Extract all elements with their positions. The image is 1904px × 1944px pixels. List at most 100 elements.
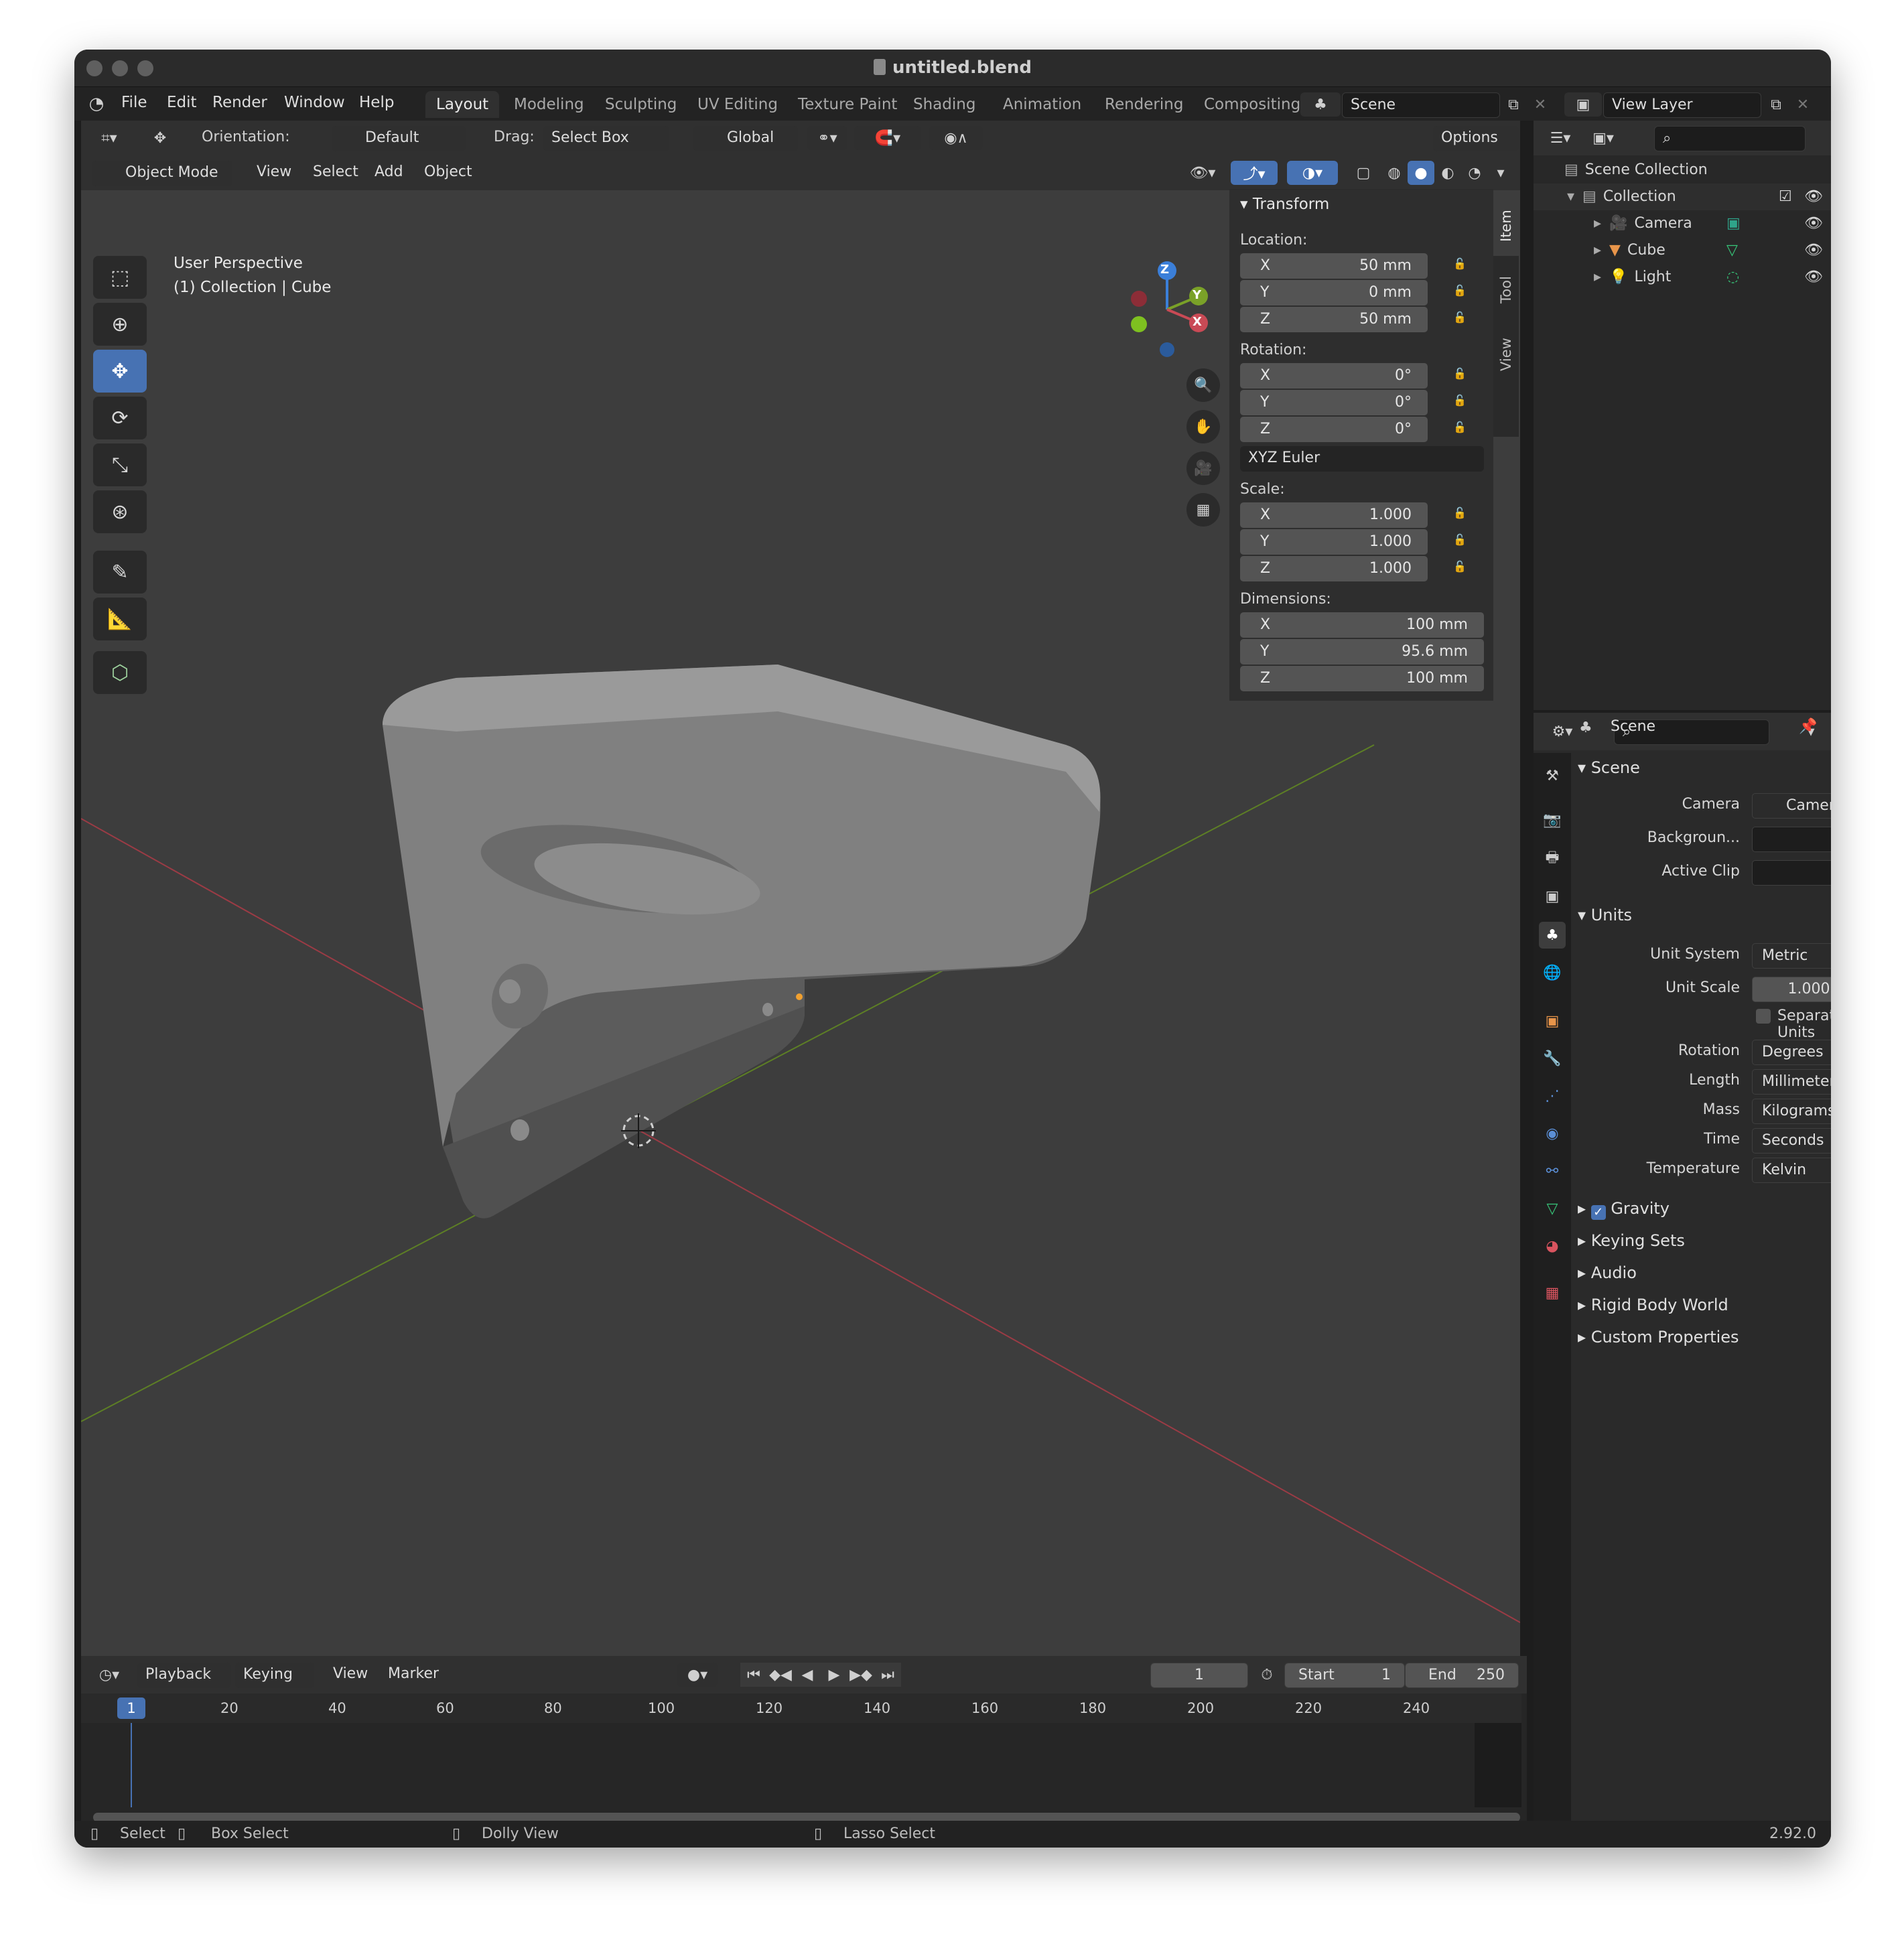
physics-tab-icon[interactable]: ◉ — [1539, 1120, 1566, 1147]
options-dropdown[interactable]: Options — [1433, 126, 1519, 151]
visibility-eye-icon[interactable]: 👁▾ — [1182, 161, 1223, 185]
mesh-data-icon[interactable]: ▽ — [1726, 237, 1738, 264]
display-mode-icon[interactable]: ▣▾ — [1584, 126, 1622, 150]
expand-arrow-icon[interactable]: ▸ — [1594, 242, 1601, 259]
light-data-icon[interactable]: ◌ — [1726, 264, 1739, 291]
menu-edit[interactable]: Edit — [167, 94, 197, 111]
annotate-tool[interactable]: ✎ — [93, 551, 147, 594]
eye-icon[interactable]: 👁 — [1804, 210, 1823, 237]
audio-section-header[interactable]: ▸ Audio — [1578, 1263, 1637, 1282]
temperature-units-dropdown[interactable]: Kelvin — [1752, 1158, 1831, 1183]
lock-icon[interactable]: 🔓 — [1453, 311, 1471, 326]
keying-sets-section-header[interactable]: ▸ Keying Sets — [1578, 1231, 1685, 1250]
menu-help[interactable]: Help — [359, 94, 394, 111]
object-mode-dropdown[interactable]: Object Mode — [92, 161, 232, 186]
outliner-item-cube[interactable]: ▸ ▼ Cube ▽ 👁 — [1534, 237, 1831, 264]
rigid-body-world-section-header[interactable]: ▸ Rigid Body World — [1578, 1296, 1728, 1314]
zoom-icon[interactable]: 🔍 — [1186, 368, 1220, 402]
viewport-menu-view[interactable]: View — [257, 163, 291, 180]
playback-menu[interactable]: Playback — [137, 1663, 231, 1688]
dimensions-y-field[interactable]: Y 95.6 mm — [1240, 639, 1484, 665]
lock-icon[interactable]: 🔓 — [1453, 284, 1471, 299]
3d-viewport[interactable]: Object Mode View Select Add Object 👁▾ ⤴▾… — [81, 155, 1520, 1656]
lock-icon[interactable]: 🔓 — [1453, 506, 1471, 521]
scene-camera-field[interactable]: Camera — [1752, 793, 1831, 819]
snapping-icon[interactable]: 🧲▾ — [854, 126, 921, 150]
timeline-menu-view[interactable]: View — [333, 1665, 368, 1682]
menu-window[interactable]: Window — [284, 94, 345, 111]
tab-texture-paint[interactable]: Texture Paint — [787, 91, 908, 118]
jump-keyframe-back-icon[interactable]: ◆◀ — [767, 1663, 794, 1687]
viewport-menu-add[interactable]: Add — [375, 163, 403, 180]
scene-name-field[interactable]: Scene — [1342, 92, 1500, 118]
view-layer-tab-icon[interactable]: ▣ — [1539, 883, 1566, 910]
scale-z-field[interactable]: Z 1.000 — [1240, 556, 1428, 581]
expand-arrow-icon[interactable]: ▸ — [1594, 269, 1601, 285]
particles-tab-icon[interactable]: ⋰ — [1539, 1083, 1566, 1109]
jump-end-icon[interactable]: ⏭ — [874, 1663, 901, 1687]
cursor-tool[interactable]: ⊕ — [93, 303, 147, 346]
properties-editor-type-icon[interactable]: ⚙▾ — [1543, 719, 1582, 744]
location-y-field[interactable]: Y 0 mm — [1240, 280, 1428, 305]
rotation-mode-dropdown[interactable]: XYZ Euler — [1240, 446, 1484, 472]
add-cube-tool[interactable]: ⬡ — [93, 651, 147, 694]
orientation-dropdown[interactable]: Default — [332, 126, 466, 151]
frame-ruler[interactable]: 1 20 40 60 80 100 120 140 160 180 200 22… — [81, 1693, 1521, 1723]
new-view-layer-icon[interactable]: ⧉ — [1764, 92, 1788, 117]
scale-tool[interactable]: ⤡ — [93, 443, 147, 486]
render-tab-icon[interactable]: 📷 — [1539, 807, 1566, 833]
dimensions-x-field[interactable]: X 100 mm — [1240, 612, 1484, 638]
constraints-tab-icon[interactable]: ⚯ — [1539, 1158, 1566, 1184]
play-icon[interactable]: ▶ — [821, 1663, 847, 1687]
scene-section-header[interactable]: ▾ Scene — [1578, 758, 1640, 777]
gizmo-toggle-icon[interactable]: ⤴▾ — [1231, 161, 1278, 185]
eye-icon[interactable]: 👁 — [1804, 184, 1823, 210]
tab-sculpting[interactable]: Sculpting — [594, 91, 687, 118]
auto-keying-icon[interactable]: ●▾ — [677, 1663, 718, 1687]
view-layer-icon[interactable]: ▣ — [1564, 92, 1602, 117]
material-shading-icon[interactable]: ◐ — [1434, 161, 1461, 185]
current-frame-field[interactable]: 1 — [1150, 1663, 1248, 1688]
timeline-menu-marker[interactable]: Marker — [388, 1665, 439, 1682]
eye-icon[interactable]: 👁 — [1804, 264, 1823, 291]
move-tool[interactable]: ✥ — [93, 350, 147, 393]
dimensions-z-field[interactable]: Z 100 mm — [1240, 666, 1484, 691]
tab-layout[interactable]: Layout — [425, 91, 500, 118]
unit-system-dropdown[interactable]: Metric — [1752, 943, 1831, 969]
world-tab-icon[interactable]: 🌐 — [1539, 959, 1566, 986]
jump-keyframe-forward-icon[interactable]: ▶◆ — [847, 1663, 874, 1687]
xray-toggle-icon[interactable]: ▢ — [1351, 161, 1375, 185]
play-reverse-icon[interactable]: ◀ — [794, 1663, 821, 1687]
rendered-shading-icon[interactable]: ◔ — [1461, 161, 1488, 185]
outliner-search-input[interactable]: ⌕ — [1654, 126, 1806, 151]
object-tab-icon[interactable]: ▣ — [1539, 1008, 1566, 1034]
timeline-editor-type-icon[interactable]: ◷▾ — [90, 1663, 128, 1687]
stopwatch-icon[interactable]: ⏱ — [1253, 1663, 1280, 1687]
outliner-item-camera[interactable]: ▸ 🎥 Camera ▣ 👁 — [1534, 210, 1831, 237]
custom-properties-section-header[interactable]: ▸ Custom Properties — [1578, 1328, 1739, 1346]
tab-shading[interactable]: Shading — [902, 91, 986, 118]
separate-units-checkbox[interactable] — [1756, 1009, 1771, 1024]
select-box-tool[interactable]: ⬚ — [93, 256, 147, 299]
start-frame-field[interactable]: Start 1 — [1284, 1663, 1405, 1688]
editor-type-icon[interactable]: ⌗▾ — [90, 126, 128, 150]
outliner-item-light[interactable]: ▸ 💡 Light ◌ 👁 — [1534, 264, 1831, 291]
jump-start-icon[interactable]: ⏮ — [740, 1663, 767, 1687]
tab-animation[interactable]: Animation — [992, 91, 1092, 118]
shading-options-icon[interactable]: ▾ — [1491, 161, 1511, 185]
pivot-point-icon[interactable]: ⚭▾ — [807, 126, 847, 150]
output-tab-icon[interactable]: 🖶 — [1539, 845, 1566, 872]
gravity-section-header[interactable]: ▸ ✓ Gravity — [1578, 1199, 1831, 1226]
gravity-checkbox[interactable]: ✓ — [1590, 1205, 1606, 1220]
proportional-editing-icon[interactable]: ◉∧ — [929, 126, 983, 150]
drag-dropdown[interactable]: Select Box — [543, 126, 669, 151]
view-layer-field[interactable]: View Layer — [1603, 92, 1761, 118]
lock-icon[interactable]: 🔓 — [1453, 257, 1471, 272]
new-scene-icon[interactable]: ⧉ — [1501, 92, 1525, 117]
viewport-menu-object[interactable]: Object — [424, 163, 472, 180]
lock-icon[interactable]: 🔓 — [1453, 560, 1471, 575]
outliner-editor-type-icon[interactable]: ☰▾ — [1542, 126, 1579, 150]
tab-tool[interactable]: Tool — [1493, 260, 1519, 320]
background-scene-field[interactable] — [1752, 827, 1831, 852]
scene-tab-icon[interactable]: ♣ — [1539, 922, 1566, 949]
